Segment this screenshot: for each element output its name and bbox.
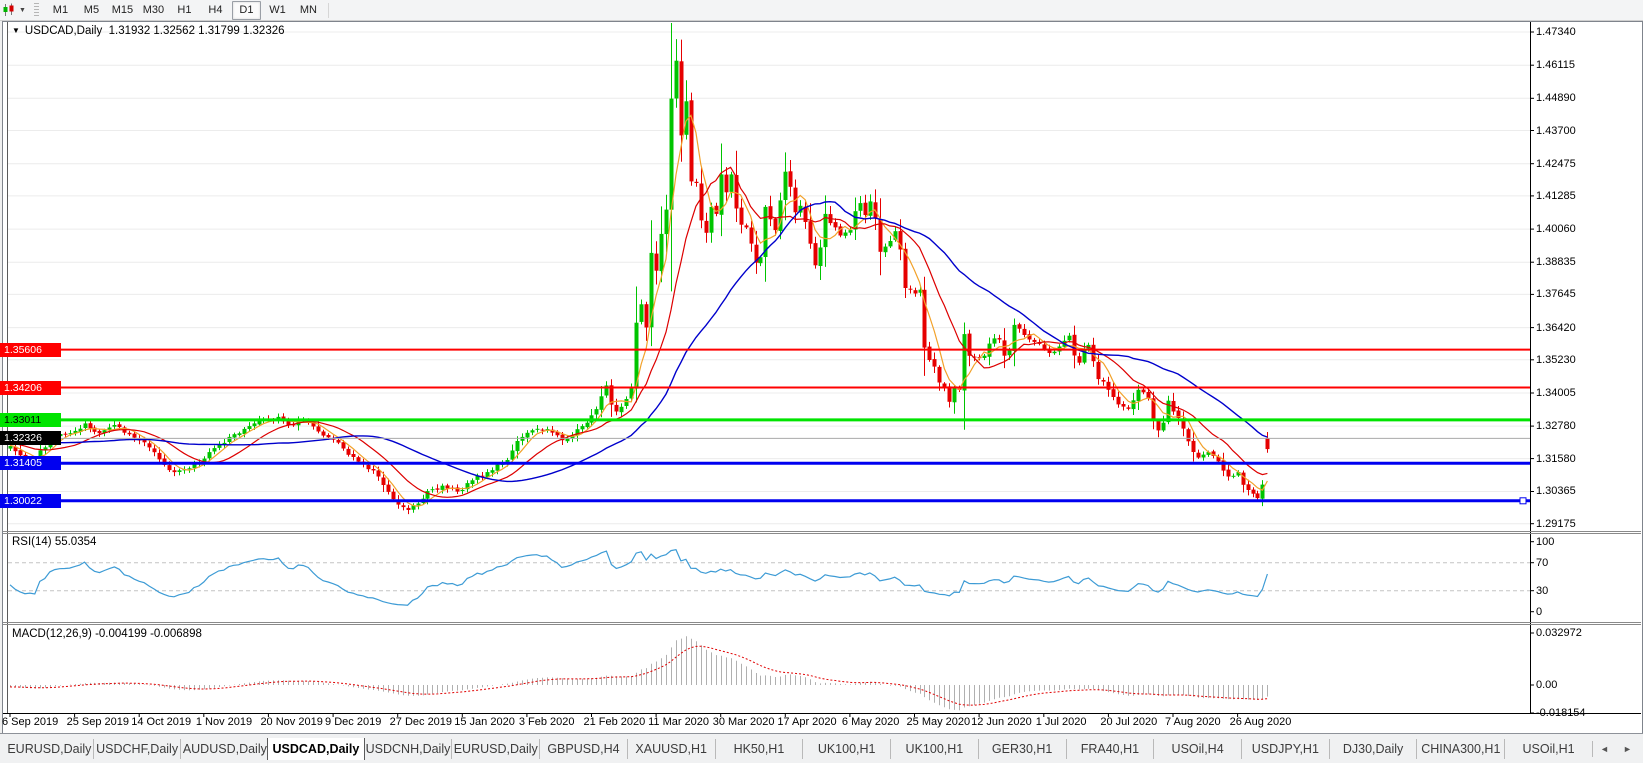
chart-tab-uk100-h1-9[interactable]: UK100,H1 xyxy=(802,739,890,759)
chart-tab-audusd-daily-2[interactable]: AUDUSD,Daily xyxy=(180,739,268,759)
scroll-right-icon[interactable]: ► xyxy=(1623,744,1632,754)
pane-separator[interactable] xyxy=(2,529,1641,534)
timeframe-buttons: M1 M5 M15 M30 H1 H4 D1 W1 MN xyxy=(45,0,324,20)
chevron-down-icon[interactable]: ▼ xyxy=(19,7,26,14)
timeframe-button-m30[interactable]: M30 xyxy=(139,1,168,20)
triangle-down-icon: ▼ xyxy=(12,26,20,35)
chart-tab-eurusd-daily-0[interactable]: EURUSD,Daily xyxy=(6,739,93,759)
timeframe-button-m5[interactable]: M5 xyxy=(77,1,106,20)
chart-tab-usdcnh-daily-4[interactable]: USDCNH,Daily xyxy=(363,739,452,759)
chart-tab-usoil-h4-13[interactable]: USOil,H4 xyxy=(1153,739,1241,759)
timeframe-button-m15[interactable]: M15 xyxy=(108,1,137,20)
chart-tab-china300-h1-16[interactable]: CHINA300,H1 xyxy=(1416,739,1504,759)
timeframe-button-w1[interactable]: W1 xyxy=(263,1,292,20)
macd-label: MACD(12,26,9) -0.004199 -0.006898 xyxy=(12,628,202,640)
chart-tab-bar: EURUSD,Daily USDCHF,Daily AUDUSD,Daily USDC… xyxy=(0,733,1643,763)
toolbar-separator xyxy=(327,2,329,18)
chart-tab-fra40-h1-12[interactable]: FRA40,H1 xyxy=(1065,739,1154,759)
pane-separator[interactable] xyxy=(2,620,1641,625)
chart-tab-eurusd-daily-5[interactable]: EURUSD,Daily xyxy=(451,739,539,759)
chart-type-icon[interactable] xyxy=(0,2,18,18)
chart-tabs: EURUSD,Daily USDCHF,Daily AUDUSD,Daily USDC… xyxy=(6,738,1592,760)
timeframe-button-h4[interactable]: H4 xyxy=(201,1,230,20)
chart-tab-xauusd-h1-7[interactable]: XAUUSD,H1 xyxy=(626,739,715,759)
chart-tab-usdchf-daily-1[interactable]: USDCHF,Daily xyxy=(92,739,181,759)
chart-ohlc-values: 1.31932 1.32562 1.31799 1.32326 xyxy=(108,25,285,37)
timeframe-toolbar: ▼ M1 M5 M15 M30 H1 H4 D1 W1 MN xyxy=(0,0,1643,21)
chart-tab-ger30-h1-11[interactable]: GER30,H1 xyxy=(977,739,1066,759)
chart-tab-dj30-daily-15[interactable]: DJ30,Daily xyxy=(1328,739,1417,759)
chart-tab-uk100-h1-10[interactable]: UK100,H1 xyxy=(890,739,978,759)
scroll-left-icon[interactable]: ◄ xyxy=(1600,744,1609,754)
chart-tab-hk50-h1-8[interactable]: HK50,H1 xyxy=(714,739,803,759)
chart-canvas[interactable] xyxy=(0,0,1643,763)
toolbar-grip[interactable] xyxy=(33,3,39,17)
timeframe-button-m1[interactable]: M1 xyxy=(46,1,75,20)
timeframe-button-d1[interactable]: D1 xyxy=(231,0,261,20)
mt4-terminal: ▼ M1 M5 M15 M30 H1 H4 D1 W1 MN 1.47340 1.46115 1.4… xyxy=(0,0,1643,763)
timeframe-button-h1[interactable]: H1 xyxy=(170,1,199,20)
chart-tab-usdjpy-h1-14[interactable]: USDJPY,H1 xyxy=(1240,739,1329,759)
tab-scroll-arrows: ◄ ► xyxy=(1592,741,1639,757)
chart-title: ▼ USDCAD,Daily 1.31932 1.32562 1.31799 1.… xyxy=(12,25,285,37)
timeframe-button-mn[interactable]: MN xyxy=(294,1,323,20)
chart-symbol-label: USDCAD,Daily xyxy=(24,25,103,37)
chart-tab-gbpusd-h4-6[interactable]: GBPUSD,H4 xyxy=(539,739,627,759)
chart-tab-usoil-h1-17[interactable]: USOil,H1 xyxy=(1504,739,1592,759)
chart-tab-usdcad-daily-3[interactable]: USDCAD,Daily xyxy=(267,738,365,760)
rsi-label: RSI(14) 55.0354 xyxy=(12,536,97,548)
candlestick-chart-icon xyxy=(3,3,14,16)
